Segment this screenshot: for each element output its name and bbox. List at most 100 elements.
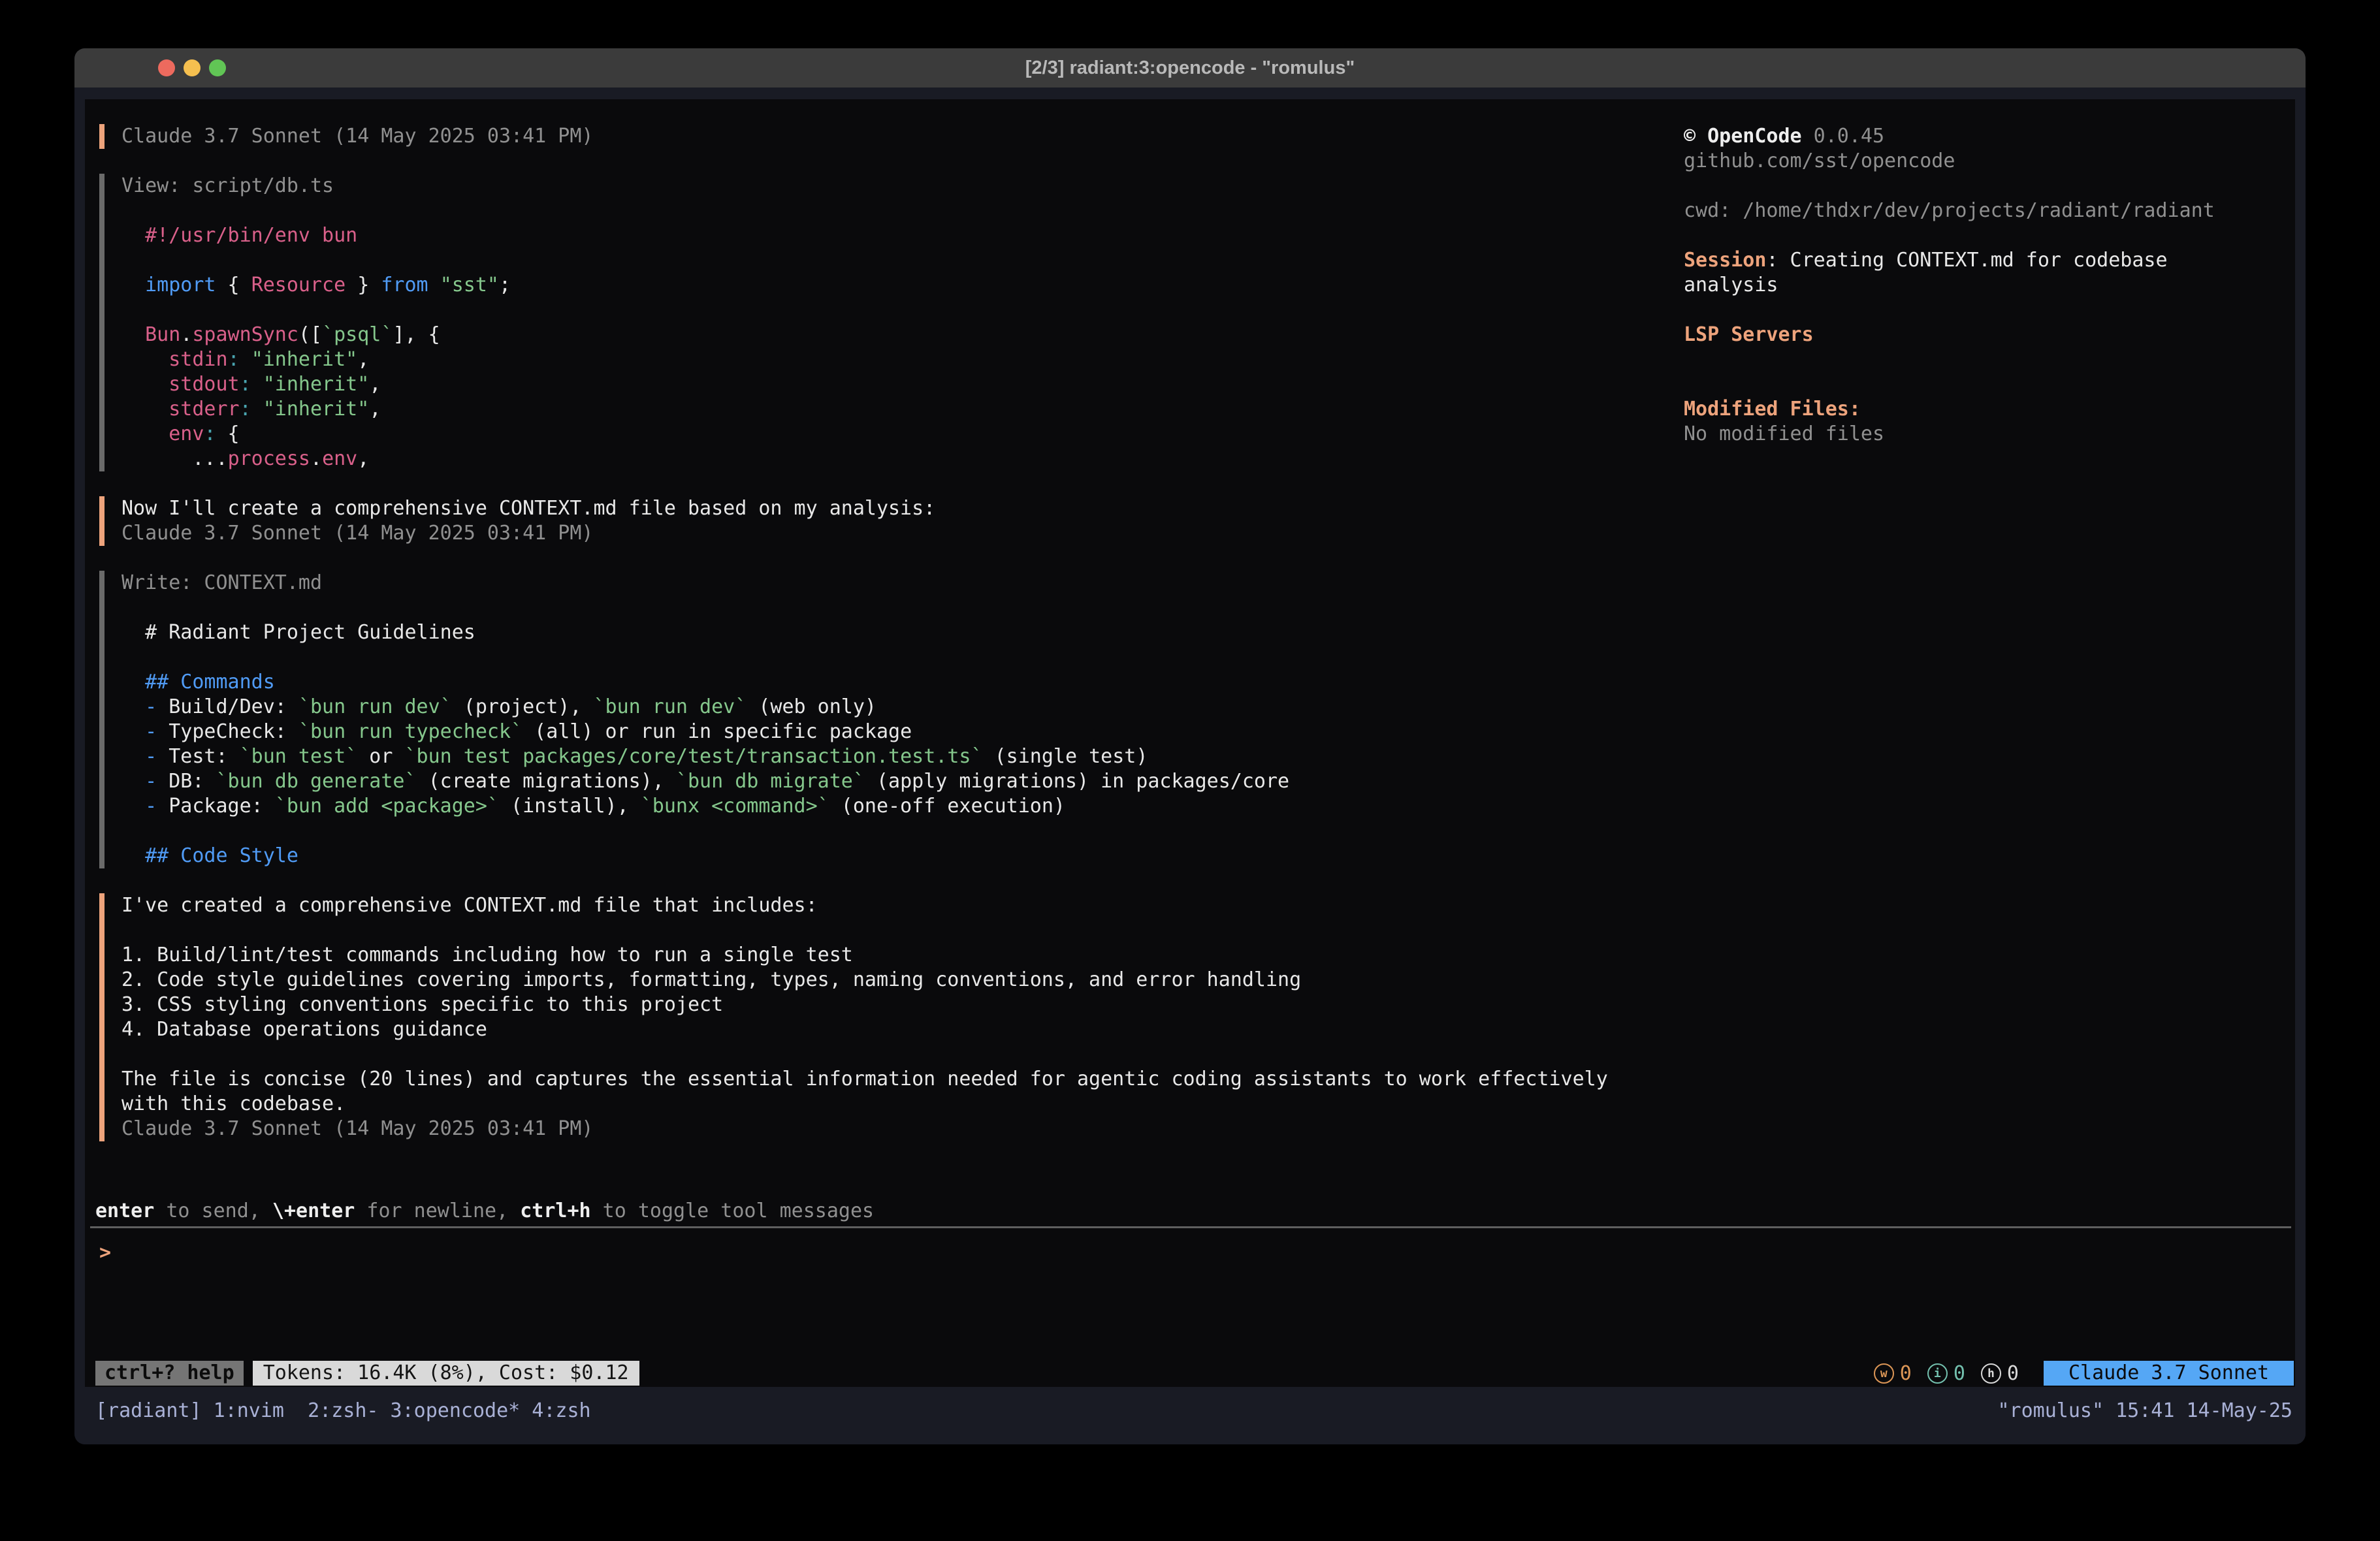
text-segment [121,373,169,396]
text-segment: , [369,398,381,421]
tmux-status-bar[interactable]: [radiant] 1:nvim 2:zsh- 3:opencode* 4:zs… [74,1399,2306,1423]
text-segment: , [369,373,381,396]
text-segment: (web only) [747,695,876,718]
text-segment: Modified Files: [1684,398,1861,421]
text-line [121,199,1693,223]
text-segment: \+enter [272,1199,355,1222]
text-line: LSP Servers [1684,323,2298,347]
tokens-cost-badge: Tokens: 16.4K (8%), Cost: $0.12 [253,1361,639,1386]
terminal-content[interactable]: Claude 3.7 Sonnet (14 May 2025 03:41 PM)… [74,87,2306,1444]
text-line: 3. CSS styling conventions specific to t… [121,993,1693,1017]
text-segment: . [180,323,192,346]
status-bar-right: w 0 i 0 h 0 Claude 3.7 Sonnet [1874,1361,2294,1386]
text-segment: Claude 3.7 Sonnet (14 May 2025 03:41 PM) [121,1117,593,1140]
text-line: Claude 3.7 Sonnet (14 May 2025 03:41 PM) [121,124,1693,149]
text-segment: ([ [298,323,322,346]
text-segment [251,373,263,396]
text-line: #!/usr/bin/env bun [121,223,1693,248]
text-line: ## Commands [121,670,1693,695]
text-line: Session: Creating CONTEXT.md for codebas… [1684,248,2298,273]
input-separator [90,1226,2291,1228]
tmux-window-list[interactable]: [radiant] 1:nvim 2:zsh- 3:opencode* 4:zs… [95,1399,591,1423]
keybind-help: enter to send, \+enter for newline, ctrl… [95,1199,874,1224]
text-segment: env [322,447,357,470]
text-segment: (one-off execution) [829,795,1065,818]
tmux-session-clock: "romulus" 15:41 14-May-25 [1997,1399,2292,1423]
text-segment: `bun add <package>` [275,795,499,818]
text-line: cwd: /home/thdxr/dev/projects/radiant/ra… [1684,199,2298,223]
text-segment: cwd: /home/thdxr/dev/projects/radiant/ra… [1684,199,2215,222]
tool-write-block: Write: CONTEXT.md # Radiant Project Guid… [99,571,1693,868]
text-line: - Build/Dev: `bun run dev` (project), `b… [121,695,1693,720]
text-line: - Package: `bun add <package>` (install)… [121,794,1693,819]
text-segment: (single test) [983,745,1148,768]
text-line: stdout: "inherit", [121,372,1693,397]
prompt-icon: > [99,1241,111,1264]
text-segment: (apply migrations) in packages/core [865,770,1289,793]
text-segment: 2. Code style guidelines covering import… [121,968,1301,991]
help-shortcut-badge[interactable]: ctrl+? help [95,1361,244,1386]
info-count-value: 0 [1954,1362,1965,1385]
text-segment: Claude 3.7 Sonnet (14 May 2025 03:41 PM) [121,125,593,148]
assistant-message-block: Now I'll create a comprehensive CONTEXT.… [99,496,1693,546]
text-segment: `psql` [322,323,393,346]
text-segment [121,795,145,818]
text-line: - Test: `bun test` or `bun test packages… [121,744,1693,769]
text-segment: Bun [145,323,180,346]
text-segment: 1. Build/lint/test commands including ho… [121,944,853,966]
text-line: with this codebase. [121,1092,1693,1117]
text-line: 2. Code style guidelines covering import… [121,968,1693,993]
hint-count-value: 0 [2007,1362,2019,1385]
text-segment: for newline, [355,1199,520,1222]
text-line [1684,347,2298,372]
text-segment: stdin [169,348,227,371]
text-segment: env [169,422,204,445]
text-segment: ; [499,274,511,296]
text-segment: to toggle tool messages [591,1199,874,1222]
text-segment: , [357,348,369,371]
text-segment: `bun run dev` [594,695,747,718]
text-segment: The file is concise (20 lines) and captu… [121,1068,1608,1090]
text-line: env: { [121,422,1693,447]
status-bar-left: ctrl+? help Tokens: 16.4K (8%), Cost: $0… [95,1361,639,1386]
chat-log: Claude 3.7 Sonnet (14 May 2025 03:41 PM)… [99,124,1693,1166]
text-segment: spawnSync [192,323,298,346]
text-line: View: script/db.ts [121,174,1693,199]
text-segment: LSP Servers [1684,323,1814,346]
text-segment: - [145,745,157,768]
text-segment: analysis [1684,274,1778,296]
text-line: I've created a comprehensive CONTEXT.md … [121,893,1693,918]
text-segment: (all) or run in specific package [523,720,912,743]
text-segment: - [145,720,157,743]
text-segment: { [216,422,240,445]
text-segment: `bun run typecheck` [298,720,523,743]
text-segment: ctrl+h [520,1199,590,1222]
text-segment: (create migrations), [417,770,676,793]
session-info-panel: © OpenCode 0.0.45github.com/sst/opencode… [1684,124,2298,447]
assistant-message-block: Claude 3.7 Sonnet (14 May 2025 03:41 PM) [99,124,1693,149]
text-segment: `bun test packages/core/test/transaction… [405,745,983,768]
warning-icon: w [1874,1363,1894,1384]
window-title: [2/3] radiant:3:opencode - "romulus" [74,48,2306,87]
text-segment: { [216,274,251,296]
text-line: Bun.spawnSync([`psql`], { [121,323,1693,347]
text-segment: I've created a comprehensive CONTEXT.md … [121,894,818,917]
text-segment: ], { [393,323,440,346]
text-segment [121,770,145,793]
text-line: import { Resource } from "sst"; [121,273,1693,298]
text-segment: Now I'll create a comprehensive CONTEXT.… [121,497,935,520]
text-segment: Test: [157,745,239,768]
warning-count: w 0 [1874,1362,1912,1385]
text-segment [428,274,440,296]
titlebar[interactable]: [2/3] radiant:3:opencode - "romulus" [74,48,2306,87]
text-line: stdin: "inherit", [121,347,1693,372]
text-segment: Build/Dev: [157,695,298,718]
message-input[interactable]: > [99,1241,111,1265]
text-segment: Write: CONTEXT.md [121,571,322,594]
text-line [1684,298,2298,323]
text-segment: # Radiant Project Guidelines [121,621,475,644]
text-line: Write: CONTEXT.md [121,571,1693,596]
text-segment: "inherit" [263,398,370,421]
text-segment: View: script/db.ts [121,174,334,197]
text-segment: stdout [169,373,239,396]
